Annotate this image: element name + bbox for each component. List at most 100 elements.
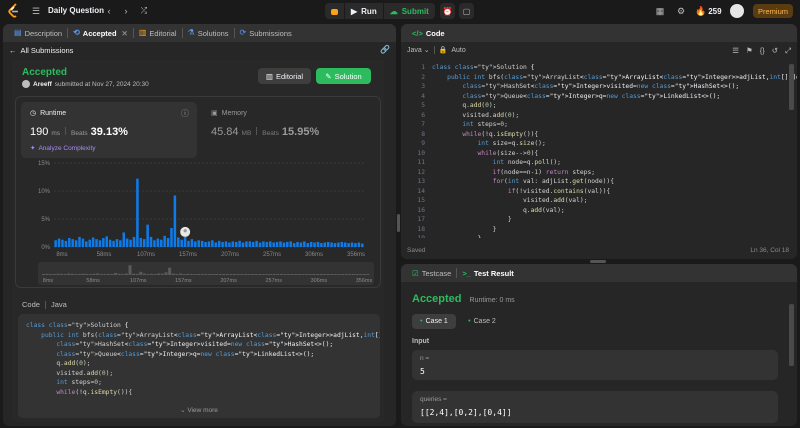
- case-1-tab[interactable]: • Case 1: [412, 314, 456, 329]
- distribution-bar[interactable]: [258, 242, 262, 247]
- distribution-bar[interactable]: [299, 242, 303, 247]
- distribution-bar[interactable]: [139, 238, 143, 247]
- distribution-bar[interactable]: [163, 235, 166, 247]
- distribution-bar[interactable]: [156, 238, 160, 247]
- distribution-bar[interactable]: [286, 241, 289, 247]
- problem-list-icon[interactable]: ☰: [30, 5, 42, 17]
- distribution-bar[interactable]: [245, 241, 248, 247]
- distribution-bar[interactable]: [132, 236, 136, 247]
- distribution-bar[interactable]: [231, 241, 235, 247]
- language-select[interactable]: Java ⌄: [407, 46, 430, 54]
- distribution-bar[interactable]: [95, 239, 98, 247]
- distribution-bar[interactable]: [85, 241, 88, 247]
- distribution-bar[interactable]: [211, 240, 214, 247]
- tab-solutions[interactable]: ⚗ Solutions: [183, 24, 234, 42]
- distribution-bar[interactable]: [330, 242, 333, 247]
- tab-testcase[interactable]: ☑ Testcase: [407, 264, 456, 282]
- distribution-bar[interactable]: [105, 236, 109, 247]
- distribution-bar[interactable]: [313, 242, 316, 247]
- distribution-bar[interactable]: [303, 241, 306, 247]
- distribution-bar[interactable]: [183, 236, 187, 247]
- distribution-bar[interactable]: [170, 227, 173, 247]
- code-editor[interactable]: 12345678910111213141516171819 class clas…: [401, 60, 797, 238]
- distribution-bar[interactable]: [78, 236, 81, 247]
- distribution-bar[interactable]: [190, 239, 194, 247]
- distribution-bar[interactable]: [194, 241, 197, 247]
- editor-scrollbar[interactable]: [789, 64, 794, 110]
- distribution-bar[interactable]: [146, 224, 149, 247]
- distribution-bar[interactable]: [125, 238, 129, 247]
- debug-icon[interactable]: [325, 3, 344, 19]
- case-2-tab[interactable]: • Case 2: [460, 314, 504, 329]
- distribution-bar[interactable]: [350, 242, 354, 247]
- info-icon[interactable]: ⓘ: [181, 108, 189, 119]
- problem-list-title[interactable]: Daily Question: [48, 6, 104, 15]
- distribution-bar[interactable]: [306, 243, 309, 247]
- test-panel-scrollbar[interactable]: [789, 304, 794, 366]
- distribution-bar[interactable]: [316, 241, 320, 247]
- next-question-icon[interactable]: ›: [121, 5, 131, 17]
- distribution-bar[interactable]: [275, 241, 279, 247]
- shuffle-icon[interactable]: ⤮: [138, 5, 150, 17]
- distribution-bar[interactable]: [197, 240, 200, 247]
- vertical-splitter[interactable]: [397, 24, 400, 426]
- distribution-bar[interactable]: [108, 239, 112, 247]
- settings-gear-icon[interactable]: ⚙: [675, 5, 687, 17]
- distribution-bar[interactable]: [180, 239, 183, 247]
- distribution-bar[interactable]: [320, 243, 323, 247]
- tab-code[interactable]: </> Code: [407, 24, 450, 42]
- distribution-bar[interactable]: [251, 241, 255, 247]
- distribution-bar[interactable]: [279, 241, 282, 247]
- splitter-handle[interactable]: [397, 214, 400, 232]
- leetcode-logo-icon[interactable]: [7, 3, 21, 19]
- analyze-complexity-link[interactable]: ✦ Analyze Complexity: [30, 144, 96, 153]
- distribution-bar[interactable]: [340, 241, 344, 247]
- premium-button[interactable]: Premium: [753, 4, 793, 18]
- tab-submissions[interactable]: ⟳ Submissions: [235, 24, 297, 42]
- alarm-clock-icon[interactable]: ⏰: [440, 3, 455, 19]
- distribution-bar[interactable]: [221, 241, 224, 247]
- distribution-bar[interactable]: [200, 240, 204, 247]
- editorial-button[interactable]: ▥ Editorial: [258, 68, 311, 84]
- distribution-bar[interactable]: [64, 240, 68, 247]
- distribution-bar[interactable]: [224, 241, 228, 247]
- distribution-bar[interactable]: [177, 237, 180, 247]
- braces-icon[interactable]: {}: [760, 46, 765, 56]
- distribution-bar[interactable]: [153, 240, 156, 247]
- distribution-bar[interactable]: [187, 240, 190, 247]
- distribution-bar[interactable]: [204, 241, 207, 247]
- run-button[interactable]: ▶ Run: [344, 3, 383, 19]
- distribution-bar[interactable]: [142, 239, 146, 247]
- distribution-bar[interactable]: [71, 239, 74, 247]
- distribution-bar[interactable]: [347, 243, 350, 247]
- distribution-bar[interactable]: [282, 242, 286, 247]
- distribution-bar[interactable]: [57, 238, 61, 247]
- distribution-bar[interactable]: [343, 242, 347, 247]
- distribution-bar[interactable]: [88, 239, 91, 247]
- distribution-bar[interactable]: [98, 240, 102, 247]
- distribution-bar[interactable]: [122, 232, 126, 247]
- format-icon[interactable]: ☰: [732, 46, 739, 56]
- editor-code-lines[interactable]: class class="ty">Solution { public int b…: [432, 63, 797, 238]
- close-tab-icon[interactable]: ✕: [122, 29, 128, 38]
- tab-editorial[interactable]: ▥ Editorial: [134, 24, 182, 42]
- submit-button[interactable]: ☁ Submit: [382, 3, 435, 19]
- distribution-bar[interactable]: [81, 238, 85, 247]
- distribution-bar[interactable]: [207, 241, 211, 247]
- avatar[interactable]: [730, 4, 744, 18]
- bookmark-icon[interactable]: ⚑: [746, 46, 753, 56]
- distribution-bar[interactable]: [129, 239, 132, 247]
- solution-button[interactable]: ✎ Solution: [316, 68, 371, 84]
- expand-icon[interactable]: ⤢: [785, 46, 791, 56]
- distribution-bar[interactable]: [309, 241, 313, 247]
- tab-description[interactable]: ▤ Description: [9, 24, 67, 42]
- distribution-bar[interactable]: [357, 242, 361, 247]
- distribution-bar[interactable]: [323, 242, 327, 247]
- view-more-button[interactable]: ⌄ View more: [18, 406, 380, 414]
- distribution-bar[interactable]: [112, 240, 115, 247]
- distribution-bar[interactable]: [241, 242, 245, 247]
- distribution-bar[interactable]: [326, 241, 330, 247]
- runtime-distribution-chart[interactable]: 15% 10% 5% 0% 8ms 58ms 107ms 157ms 207ms 257ms 306…: [16, 157, 380, 287]
- distribution-bar[interactable]: [228, 242, 231, 247]
- layout-grid-icon[interactable]: ▦: [654, 5, 666, 17]
